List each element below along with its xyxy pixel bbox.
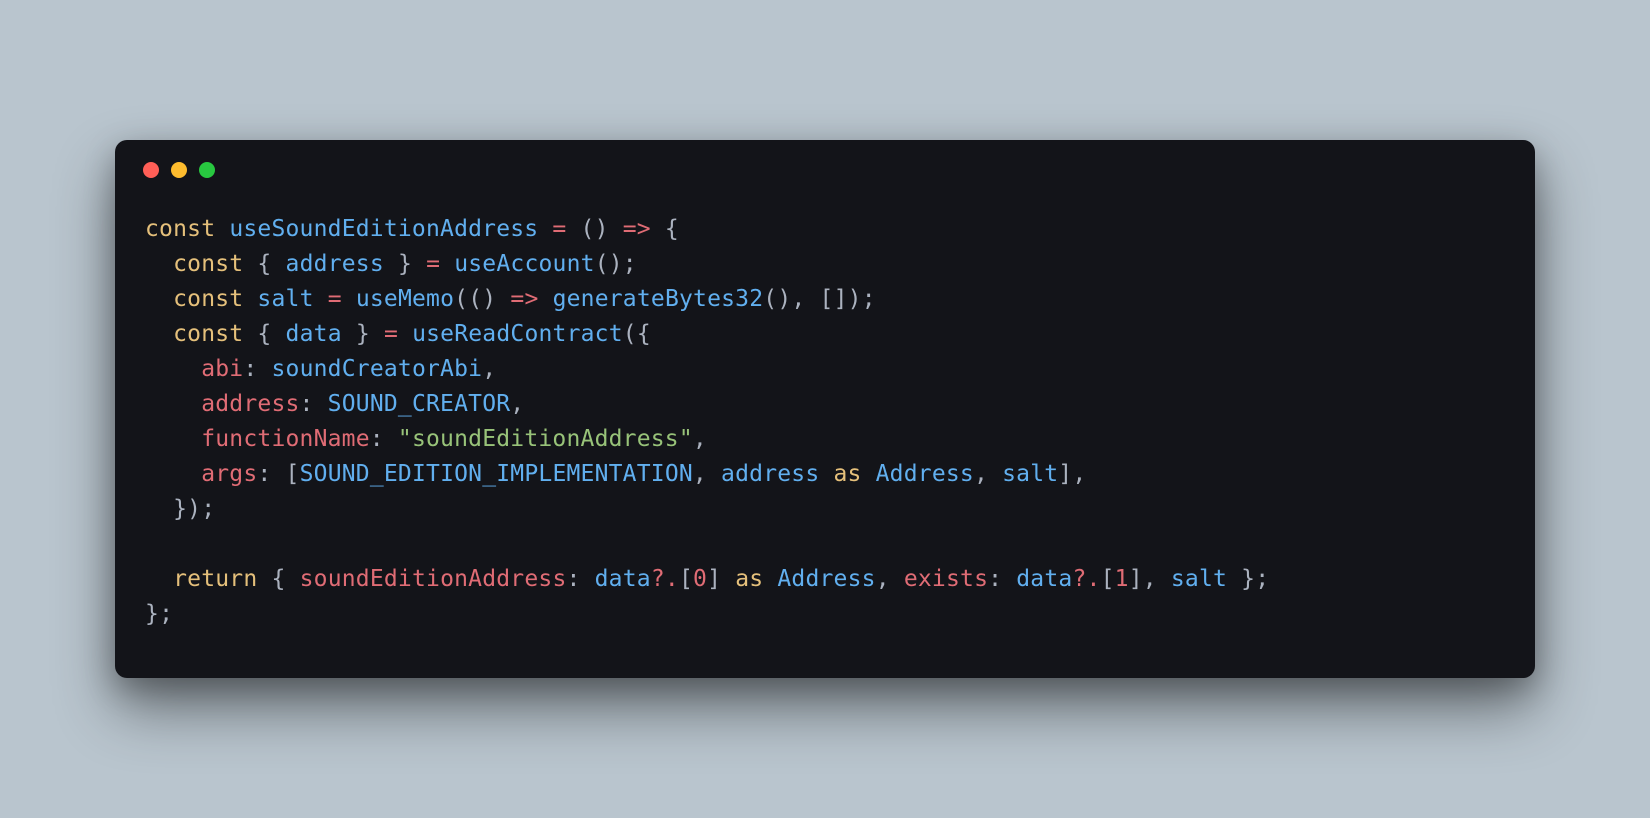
code-line-9: });: [145, 496, 215, 522]
code-line-10: return { soundEditionAddress: data?.[0] …: [145, 566, 1269, 592]
code-line-4: const { data } = useReadContract({: [145, 321, 651, 347]
code-line-1: const useSoundEditionAddress = () => {: [145, 216, 679, 242]
maximize-icon[interactable]: [199, 162, 215, 178]
code-block: const useSoundEditionAddress = () => { c…: [115, 188, 1535, 641]
code-line-8: args: [SOUND_EDITION_IMPLEMENTATION, add…: [145, 461, 1086, 487]
code-line-2: const { address } = useAccount();: [145, 251, 637, 277]
code-line-11: };: [145, 601, 173, 627]
code-window: const useSoundEditionAddress = () => { c…: [115, 140, 1535, 677]
code-line-6: address: SOUND_CREATOR,: [145, 391, 524, 417]
close-icon[interactable]: [143, 162, 159, 178]
code-line-5: abi: soundCreatorAbi,: [145, 356, 496, 382]
minimize-icon[interactable]: [171, 162, 187, 178]
window-titlebar: [115, 140, 1535, 188]
code-line-3: const salt = useMemo(() => generateBytes…: [145, 286, 876, 312]
code-line-7: functionName: "soundEditionAddress",: [145, 426, 707, 452]
